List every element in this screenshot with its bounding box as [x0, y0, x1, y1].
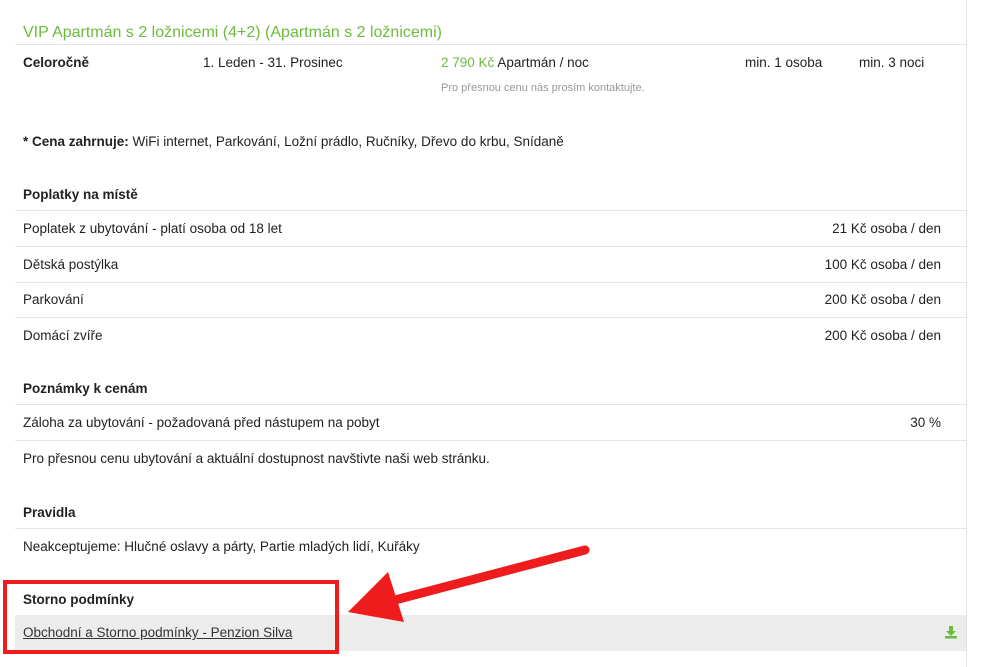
season-price: 2 790 Kč: [441, 55, 495, 70]
rules-heading: Pravidla: [23, 505, 76, 520]
season-note: Pro přesnou cenu nás prosím kontaktujte.: [441, 82, 645, 94]
season-unit: Apartmán / noc: [497, 55, 589, 70]
annotation-arrow-icon: [348, 545, 590, 622]
season-min-nights: min. 3 noci: [859, 55, 925, 70]
storno-heading: Storno podmínky: [23, 592, 134, 607]
season-name: Celoročně: [23, 55, 90, 70]
season-min-persons: min. 1 osoba: [745, 55, 823, 70]
download-icon[interactable]: [944, 625, 958, 639]
deposit-value: 30 %: [910, 415, 941, 430]
divider: [15, 282, 966, 283]
divider: [15, 404, 966, 405]
fee-row-value: 200 Kč osoba / den: [824, 328, 941, 343]
price-includes: * Cena zahrnuje: WiFi internet, Parkován…: [23, 134, 564, 150]
season-price-block: 2 790 Kč Apartmán / noc: [441, 55, 589, 71]
divider: [15, 528, 966, 529]
divider: [15, 210, 966, 211]
storno-document-link[interactable]: Obchodní a Storno podmínky - Penzion Sil…: [23, 625, 292, 640]
price-includes-items: WiFi internet, Parkování, Ložní prádlo, …: [132, 134, 564, 149]
fee-row-name: Domácí zvíře: [23, 328, 103, 343]
fee-row-value: 100 Kč osoba / den: [824, 257, 941, 272]
price-info: Pro přesnou cenu ubytování a aktuální do…: [23, 451, 490, 466]
apartment-title: VIP Apartmán s 2 ložnicemi (4+2) (Apartm…: [23, 24, 442, 41]
divider: [15, 317, 966, 318]
fee-row-name: Dětská postýlka: [23, 257, 119, 272]
fee-row-name: Parkování: [23, 292, 84, 307]
fee-row-value: 21 Kč osoba / den: [832, 221, 941, 236]
season-dates: 1. Leden - 31. Prosinec: [203, 55, 343, 70]
divider: [15, 246, 966, 247]
fee-row-name: Poplatek z ubytování - platí osoba od 18…: [23, 221, 282, 236]
price-includes-label: * Cena zahrnuje:: [23, 134, 129, 149]
notes-heading: Poznámky k cenám: [23, 381, 148, 396]
divider: [15, 44, 966, 45]
divider: [15, 440, 966, 441]
deposit-label: Záloha za ubytování - požadovaná před ná…: [23, 415, 380, 430]
fees-heading: Poplatky na místě: [23, 187, 138, 202]
fee-row-value: 200 Kč osoba / den: [824, 292, 941, 307]
